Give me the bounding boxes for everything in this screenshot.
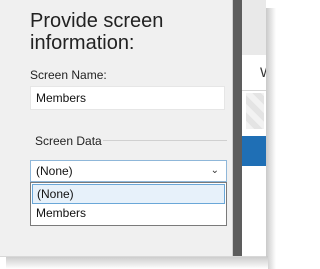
screenshot-frame: Provide screen information: Screen Name:…	[0, 0, 266, 257]
splitter-bar[interactable]	[233, 0, 242, 256]
panel-title: Provide screen information:	[30, 10, 235, 54]
dropdown-option-members[interactable]: Members	[32, 204, 225, 224]
screen-data-dropdown-list: (None) Members	[30, 182, 227, 226]
right-panel-blue-button[interactable]	[242, 136, 266, 166]
section-divider	[103, 140, 227, 141]
right-panel-clipped-text: W	[260, 64, 266, 80]
right-panel-topbar	[242, 0, 266, 55]
dropdown-option-none[interactable]: (None)	[32, 184, 225, 204]
window-shadow-right	[266, 8, 276, 269]
screen-name-label: Screen Name:	[30, 68, 107, 82]
screen-data-selected-value: (None)	[36, 164, 73, 178]
panel-title-line-2: information:	[30, 32, 135, 54]
right-panel-divider	[242, 90, 266, 91]
window-shadow-bottom	[6, 256, 268, 269]
right-panel-hatched-area	[246, 93, 264, 129]
right-panel: W	[242, 0, 266, 256]
screen-data-label: Screen Data	[35, 134, 102, 148]
screen-name-input[interactable]: Members	[30, 86, 225, 110]
chevron-down-icon: ⌄	[210, 165, 219, 176]
screen-data-select[interactable]: (None) ⌄	[30, 160, 227, 182]
panel-title-line-1: Provide screen	[30, 10, 164, 32]
